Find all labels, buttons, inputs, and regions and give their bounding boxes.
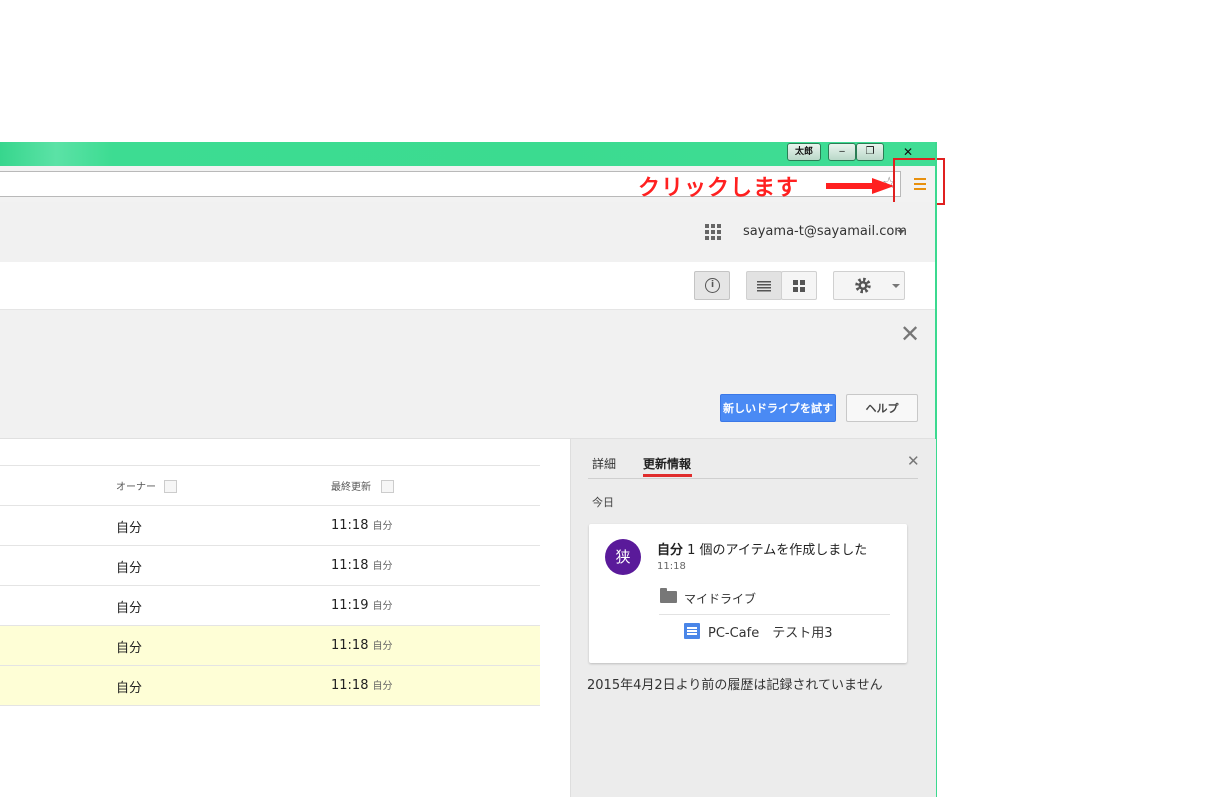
try-new-drive-button[interactable]: 新しいドライブを試す bbox=[720, 394, 836, 422]
grid-view-button[interactable] bbox=[781, 271, 817, 300]
banner-close-icon[interactable]: ✕ bbox=[900, 320, 920, 348]
apps-grid-icon[interactable] bbox=[705, 224, 721, 240]
browser-title-bar: 太郎 ‒ ❐ ✕ bbox=[0, 142, 935, 166]
row-modified: 11:18 自分 bbox=[331, 517, 392, 533]
row-owner: 自分 bbox=[116, 641, 143, 656]
row-modified: 11:18 自分 bbox=[331, 557, 392, 573]
row-time: 11:18 bbox=[331, 678, 369, 693]
minimize-button[interactable]: ‒ bbox=[828, 143, 856, 161]
row-time: 11:19 bbox=[331, 598, 369, 613]
row-owner: 自分 bbox=[116, 561, 143, 576]
annotation-text: クリックします bbox=[638, 176, 800, 201]
annotation-highlight-box bbox=[893, 158, 945, 205]
maximize-button[interactable]: ❐ bbox=[856, 143, 884, 161]
grid-icon bbox=[793, 280, 805, 292]
folder-icon bbox=[660, 588, 677, 603]
table-row[interactable]: 自分 11:18 自分 bbox=[0, 546, 540, 586]
avatar: 狭 bbox=[605, 539, 641, 575]
gear-icon bbox=[855, 277, 900, 294]
active-tab-indicator bbox=[643, 474, 692, 477]
help-button[interactable]: ヘルプ bbox=[846, 394, 918, 422]
divider bbox=[588, 478, 918, 479]
activity-action: 1 個のアイテムを作成しました bbox=[683, 543, 868, 558]
list-view-button[interactable] bbox=[746, 271, 782, 300]
details-button[interactable]: i bbox=[694, 271, 730, 300]
divider bbox=[659, 614, 890, 615]
row-owner: 自分 bbox=[116, 601, 143, 616]
table-row[interactable]: 自分 11:18 自分 bbox=[0, 666, 540, 706]
file-list: オーナー 最終更新 自分 11:18 自分 自分 11:18 自分 自分 11:19 自分 自分 1… bbox=[0, 439, 540, 797]
table-row[interactable]: 自分 11:18 自分 bbox=[0, 506, 540, 546]
sort-modified-icon[interactable] bbox=[381, 480, 394, 493]
column-header-owner[interactable]: オーナー bbox=[116, 478, 156, 493]
column-header-modified[interactable]: 最終更新 bbox=[331, 478, 371, 493]
list-icon bbox=[757, 281, 771, 292]
row-owner: 自分 bbox=[116, 521, 143, 536]
history-note: 2015年4月2日より前の履歴は記録されていません bbox=[587, 678, 883, 693]
activity-time: 11:18 bbox=[657, 561, 686, 572]
table-row[interactable]: 自分 11:18 自分 bbox=[0, 626, 540, 666]
activity-summary: 自分 1 個のアイテムを作成しました bbox=[657, 539, 867, 558]
row-modified: 11:18 自分 bbox=[331, 637, 392, 653]
row-time: 11:18 bbox=[331, 558, 369, 573]
table-row[interactable]: 自分 11:19 自分 bbox=[0, 586, 540, 626]
activity-actor: 自分 bbox=[657, 543, 684, 558]
tab-activity[interactable]: 更新情報 bbox=[643, 455, 691, 472]
row-time: 11:18 bbox=[331, 638, 369, 653]
row-modified: 11:19 自分 bbox=[331, 597, 392, 613]
section-label-today: 今日 bbox=[592, 496, 614, 509]
profile-badge[interactable]: 太郎 bbox=[787, 143, 821, 161]
tab-details[interactable]: 詳細 bbox=[592, 455, 616, 472]
chevron-down-icon[interactable] bbox=[897, 230, 905, 234]
account-email[interactable]: sayama-t@sayamail.com bbox=[743, 224, 907, 239]
sort-owner-icon[interactable] bbox=[164, 480, 177, 493]
settings-button[interactable] bbox=[833, 271, 905, 300]
row-modified-by: 自分 bbox=[372, 601, 393, 612]
google-doc-icon bbox=[684, 623, 700, 639]
annotation-arrow-icon bbox=[826, 178, 894, 194]
row-owner: 自分 bbox=[116, 681, 143, 696]
info-icon: i bbox=[705, 278, 720, 293]
row-modified-by: 自分 bbox=[372, 521, 393, 532]
panel-close-icon[interactable]: ✕ bbox=[907, 452, 920, 470]
folder-link[interactable]: マイドライブ bbox=[684, 590, 756, 607]
row-modified: 11:18 自分 bbox=[331, 677, 392, 693]
document-link[interactable]: PC-Cafe テスト用3 bbox=[708, 622, 833, 641]
row-time: 11:18 bbox=[331, 518, 369, 533]
row-modified-by: 自分 bbox=[372, 561, 393, 572]
row-modified-by: 自分 bbox=[372, 641, 393, 652]
row-modified-by: 自分 bbox=[372, 681, 393, 692]
